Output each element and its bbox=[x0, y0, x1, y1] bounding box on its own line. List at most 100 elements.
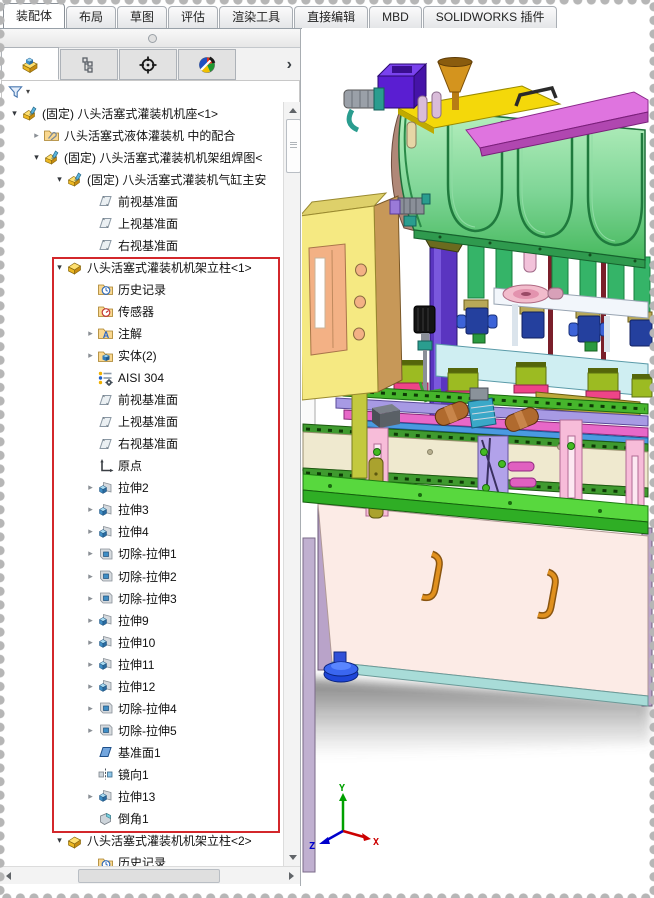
panel-tab-property-manager[interactable] bbox=[60, 49, 118, 80]
tree-item-label: AISI 304 bbox=[118, 371, 164, 385]
tree-item[interactable]: 历史记录 bbox=[0, 278, 283, 300]
tree-item[interactable]: ▸切除-拉伸4 bbox=[0, 697, 283, 719]
collapse-arrow-icon[interactable]: ▾ bbox=[53, 835, 66, 846]
tree-item-label: 基准面1 bbox=[118, 744, 161, 761]
panel-tab-configuration-manager[interactable] bbox=[119, 49, 177, 80]
collapse-arrow-icon[interactable]: ▾ bbox=[30, 152, 43, 163]
tree-item[interactable]: 传感器 bbox=[0, 300, 283, 322]
expand-arrow-icon[interactable]: ▸ bbox=[84, 350, 97, 361]
tree-item[interactable]: ▸ 切除-拉伸1 bbox=[0, 543, 283, 565]
tree-item[interactable]: ▸切除-拉伸2 bbox=[0, 565, 283, 587]
tree-item[interactable]: ▾(固定) 八头活塞式灌装机机架组焊图< bbox=[0, 146, 283, 168]
tree-item[interactable]: 右视基准面 bbox=[0, 433, 283, 455]
tree-item[interactable]: 上视基准面 bbox=[0, 411, 283, 433]
tree-item[interactable]: 基准面1 bbox=[0, 741, 283, 763]
expand-arrow-icon[interactable]: ▸ bbox=[84, 548, 97, 559]
expand-arrow-icon[interactable]: ▸ bbox=[84, 615, 97, 626]
ribbon-tab-1[interactable]: 布局 bbox=[66, 6, 116, 28]
collapse-arrow-icon[interactable]: ▾ bbox=[8, 108, 21, 119]
tree-item[interactable]: 历史记录 bbox=[0, 852, 283, 866]
tree-item[interactable]: ▸拉伸10 bbox=[0, 631, 283, 653]
expand-arrow-icon[interactable]: ▸ bbox=[84, 593, 97, 604]
tree-item[interactable]: ▸拉伸13 bbox=[0, 785, 283, 807]
panel-expand-chevron[interactable]: › bbox=[287, 56, 292, 74]
tree-item-label: 八头活塞式灌装机机架立柱<2> bbox=[87, 832, 252, 849]
tree-item-label: 注解 bbox=[118, 325, 142, 342]
tree-item[interactable]: 右视基准面 bbox=[0, 234, 283, 256]
bodies-folder-icon bbox=[97, 348, 114, 364]
tree-item[interactable]: ▸切除-拉伸5 bbox=[0, 719, 283, 741]
expand-arrow-icon[interactable]: ▸ bbox=[84, 482, 97, 493]
tree-item[interactable]: ▸实体(2) bbox=[0, 345, 283, 367]
history-folder-icon bbox=[97, 855, 114, 866]
tree-horizontal-scrollbar[interactable] bbox=[0, 866, 300, 884]
axis-z-label: Z bbox=[309, 841, 315, 852]
tree-item[interactable]: 前视基准面 bbox=[0, 190, 283, 212]
toolbar-collapse-pin[interactable] bbox=[148, 34, 157, 43]
knob-capsule-3 bbox=[432, 92, 441, 118]
tree-filter-bar[interactable]: ▾ bbox=[1, 80, 300, 103]
collapse-arrow-icon[interactable]: ▾ bbox=[53, 174, 66, 185]
tree-item-label: 切除-拉伸1 bbox=[118, 545, 177, 562]
tree-item[interactable]: ▸拉伸2 bbox=[0, 477, 283, 499]
tree-item[interactable]: ▸A注解 bbox=[0, 322, 283, 344]
ribbon-tab-2[interactable]: 草图 bbox=[117, 6, 167, 28]
ribbon-tab-4[interactable]: 渲染工具 bbox=[219, 6, 293, 28]
ribbon-tab-5[interactable]: 直接编辑 bbox=[294, 6, 368, 28]
ribbon-tab-7[interactable]: SOLIDWORKS 插件 bbox=[423, 6, 558, 28]
panel-viewport-separator[interactable] bbox=[300, 28, 301, 886]
tree-item[interactable]: ▾八头活塞式灌装机机架立柱<1> bbox=[0, 256, 283, 278]
solidworks-window: 装配体布局草图评估渲染工具直接编辑MBDSOLIDWORKS 插件 › ▾ ▾(… bbox=[0, 0, 654, 898]
chamfer-icon bbox=[97, 811, 114, 827]
configuration-manager-icon bbox=[138, 55, 158, 75]
panel-tab-bar: › bbox=[0, 48, 300, 80]
horizontal-scroll-thumb[interactable] bbox=[78, 869, 220, 883]
tree-item[interactable]: AISI 304 bbox=[0, 367, 283, 389]
expand-arrow-icon[interactable]: ▸ bbox=[30, 130, 43, 141]
tree-item-label: 右视基准面 bbox=[118, 435, 178, 452]
tree-item[interactable]: ▾ (固定) 八头活塞式灌装机机座<1> bbox=[0, 102, 283, 124]
panel-button-3 bbox=[354, 328, 365, 340]
collapse-arrow-icon[interactable]: ▾ bbox=[53, 262, 66, 273]
expand-arrow-icon[interactable]: ▸ bbox=[84, 703, 97, 714]
scroll-up-button[interactable] bbox=[285, 103, 300, 118]
expand-arrow-icon[interactable]: ▸ bbox=[84, 571, 97, 582]
scroll-right-button[interactable] bbox=[284, 868, 299, 883]
tree-item[interactable]: ▸拉伸3 bbox=[0, 499, 283, 521]
tree-item[interactable]: ▸拉伸4 bbox=[0, 521, 283, 543]
expand-arrow-icon[interactable]: ▸ bbox=[84, 791, 97, 802]
tree-item[interactable]: 原点 bbox=[0, 455, 283, 477]
tree-item[interactable]: 倒角1 bbox=[0, 808, 283, 830]
viewport-canvas[interactable]: Y X Z bbox=[302, 28, 654, 898]
expand-arrow-icon[interactable]: ▸ bbox=[84, 526, 97, 537]
tree-item-label: (固定) 八头活塞式灌装机机座<1> bbox=[42, 105, 218, 122]
tree-item[interactable]: 前视基准面 bbox=[0, 389, 283, 411]
ribbon-tab-0[interactable]: 装配体 bbox=[3, 3, 65, 28]
expand-arrow-icon[interactable]: ▸ bbox=[84, 725, 97, 736]
expand-arrow-icon[interactable]: ▸ bbox=[84, 681, 97, 692]
tree-item[interactable]: ▸八头活塞式液体灌装机 中的配合 bbox=[0, 124, 283, 146]
panel-tab-display-manager[interactable] bbox=[178, 49, 236, 80]
expand-arrow-icon[interactable]: ▸ bbox=[84, 637, 97, 648]
extrude-icon bbox=[97, 502, 114, 518]
ribbon-tab-6[interactable]: MBD bbox=[369, 6, 422, 28]
tree-item[interactable]: ▾(固定) 八头活塞式灌装机气缸主安 bbox=[0, 168, 283, 190]
tree-item[interactable]: 镜向1 bbox=[0, 763, 283, 785]
vertical-scroll-thumb[interactable] bbox=[286, 119, 301, 173]
expand-arrow-icon[interactable]: ▸ bbox=[84, 504, 97, 515]
part-pencil-icon bbox=[21, 105, 38, 121]
tree-vertical-scrollbar[interactable] bbox=[283, 102, 301, 866]
tree-item[interactable]: ▸拉伸11 bbox=[0, 653, 283, 675]
tree-item[interactable]: ▾ 八头活塞式灌装机机架立柱<2> bbox=[0, 830, 283, 852]
expand-arrow-icon[interactable]: ▸ bbox=[84, 328, 97, 339]
scroll-down-button[interactable] bbox=[285, 850, 300, 865]
tree-item[interactable]: ▸拉伸9 bbox=[0, 609, 283, 631]
scroll-left-button[interactable] bbox=[1, 868, 16, 883]
tree-item[interactable]: ▸拉伸12 bbox=[0, 675, 283, 697]
panel-tab-featuremanager-tree[interactable] bbox=[1, 47, 59, 80]
tree-item[interactable]: ▸切除-拉伸3 bbox=[0, 587, 283, 609]
tree-item[interactable]: 上视基准面 bbox=[0, 212, 283, 234]
ribbon-tab-3[interactable]: 评估 bbox=[168, 6, 218, 28]
expand-arrow-icon[interactable]: ▸ bbox=[84, 659, 97, 670]
part-yellow-icon bbox=[66, 259, 83, 275]
